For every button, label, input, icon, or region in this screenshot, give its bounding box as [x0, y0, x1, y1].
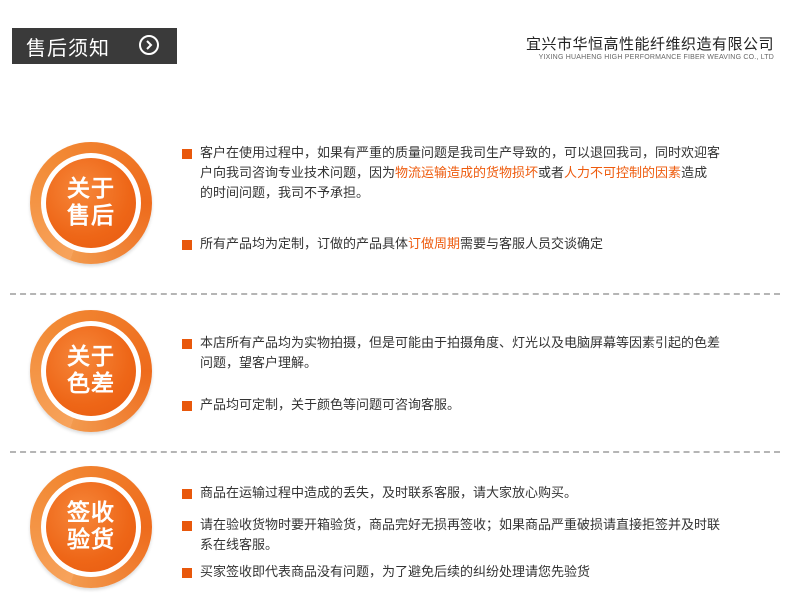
bullet-square-icon [182, 149, 192, 159]
badge-receipt-inspection: 签收 验货 [30, 466, 152, 588]
list-item: 所有产品均为定制，订做的产品具体订做周期需要与客服人员交谈确定 [182, 235, 720, 255]
chevron-right-icon [139, 35, 159, 55]
bullet-square-icon [182, 489, 192, 499]
list-item-text: 本店所有产品均为实物拍摄，但是可能由于拍摄角度、灯光以及电脑屏幕等因素引起的色差… [200, 336, 721, 371]
list-item-text: 商品在运输过程中造成的丢失，及时联系客服，请大家放心购买。 [200, 486, 578, 501]
list-item: 本店所有产品均为实物拍摄，但是可能由于拍摄角度、灯光以及电脑屏幕等因素引起的色差… [182, 334, 720, 374]
bullet-square-icon [182, 568, 192, 578]
badge-label-line2: 色差 [67, 371, 115, 397]
bullet-square-icon [182, 401, 192, 411]
list-item-text: 请在验收货物时要开箱验货，商品完好无损再签收；如果商品严重破损请直接拒签并及时联… [200, 518, 721, 553]
badge-label-line1: 关于 [67, 344, 115, 370]
list-item-text: 买家签收即代表商品没有问题，为了避免后续的纠纷处理请您先验货 [200, 565, 591, 580]
header-tab: 售后须知 [12, 28, 177, 64]
bullet-square-icon [182, 339, 192, 349]
badge-label-line1: 关于 [67, 176, 115, 202]
list-item: 产品均可定制，关于颜色等问题可咨询客服。 [182, 396, 720, 416]
badge-label-line1: 签收 [67, 500, 115, 526]
section-divider [10, 451, 780, 453]
company-name-en: YIXING HUAHENG HIGH PERFORMANCE FIBER WE… [538, 54, 774, 61]
highlight-text: 物流运输造成的货物损坏 [395, 166, 539, 181]
badge-color-difference: 关于 色差 [30, 310, 152, 432]
list-item: 客户在使用过程中，如果有严重的质量问题是我司生产导致的，可以退回我司，同时欢迎客… [182, 144, 720, 204]
bullet-square-icon [182, 521, 192, 531]
list-item-text: 客户在使用过程中，如果有严重的质量问题是我司生产导致的，可以退回我司，同时欢迎客… [200, 146, 721, 201]
list-item-text: 产品均可定制，关于颜色等问题可咨询客服。 [200, 398, 461, 413]
list-item-text: 所有产品均为定制，订做的产品具体订做周期需要与客服人员交谈确定 [200, 237, 604, 252]
list-item: 买家签收即代表商品没有问题，为了避免后续的纠纷处理请您先验货 [182, 563, 720, 583]
section-divider [10, 293, 780, 295]
badge-label-line2: 售后 [67, 203, 115, 229]
badge-label-line2: 验货 [67, 527, 115, 553]
bullet-square-icon [182, 240, 192, 250]
list-item: 请在验收货物时要开箱验货，商品完好无损再签收；如果商品严重破损请直接拒签并及时联… [182, 516, 720, 556]
highlight-text: 订做周期 [408, 237, 461, 252]
page-title: 售后须知 [26, 35, 110, 60]
badge-after-sales: 关于 售后 [30, 142, 152, 264]
highlight-text: 人力不可控制的因素 [564, 166, 682, 181]
list-item: 商品在运输过程中造成的丢失，及时联系客服，请大家放心购买。 [182, 484, 720, 504]
company-name-cn: 宜兴市华恒高性能纤维织造有限公司 [525, 35, 774, 53]
